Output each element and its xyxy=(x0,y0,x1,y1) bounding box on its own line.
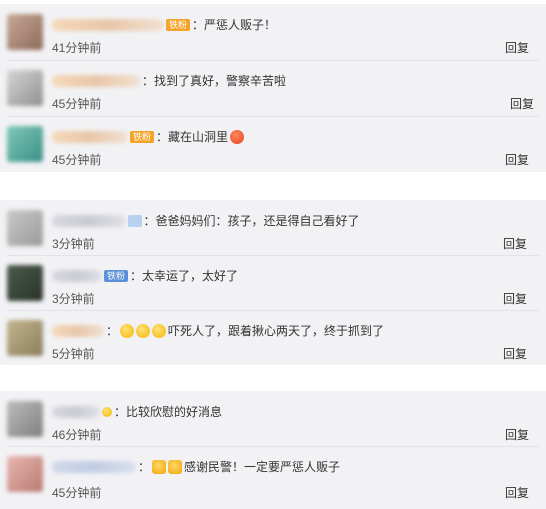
comment-text: ：严惩人贩子！ xyxy=(192,18,277,32)
fan-badge: 铁粉 xyxy=(104,269,129,282)
comment-row: ：爸爸妈妈们：孩子，还是得自己看好了 3分钟前 回复 xyxy=(0,200,546,255)
comment-text: ：爸爸妈妈们：孩子，还是得自己看好了 xyxy=(143,214,360,228)
username[interactable] xyxy=(52,460,136,473)
crying-emoji-icon xyxy=(152,323,167,338)
comment-group-1: 铁粉 ：严惩人贩子！ 41分钟前 回复 ：找到了真好，警察辛苦啦 45分钟前 回… xyxy=(0,4,546,172)
avatar[interactable] xyxy=(7,126,43,162)
thumbs-up-icon xyxy=(168,459,183,474)
timestamp: 45分钟前 xyxy=(52,97,102,111)
username[interactable] xyxy=(52,74,140,87)
comment-group-3: ：比较欣慰的好消息 46分钟前 回复 ： 感谢民警！一定要严惩人贩子 45分钟前… xyxy=(0,391,546,509)
avatar[interactable] xyxy=(7,70,43,106)
reply-button[interactable]: 回复 xyxy=(503,290,527,307)
avatar[interactable] xyxy=(7,456,43,492)
comment-row: 铁粉 ：严惩人贩子！ 41分钟前 回复 xyxy=(0,4,546,60)
username[interactable] xyxy=(52,324,104,337)
fan-badge: 铁粉 xyxy=(166,18,191,31)
fan-badge: 铁粉 xyxy=(130,130,155,143)
reply-button[interactable]: 回复 xyxy=(505,151,529,168)
username[interactable] xyxy=(52,214,126,227)
comment-row: ：比较欣慰的好消息 46分钟前 回复 xyxy=(0,391,546,446)
timestamp: 3分钟前 xyxy=(52,237,95,251)
reply-button[interactable]: 回复 xyxy=(510,95,534,112)
comment-text: 吓死人了，跟着揪心两天了，终于抓到了 xyxy=(168,324,385,338)
comment-row: 铁粉 ：藏在山洞里 45分钟前 回复 xyxy=(0,116,546,172)
reply-button[interactable]: 回复 xyxy=(503,235,527,252)
username[interactable] xyxy=(52,269,102,282)
comment-row: 铁粉 ：太幸运了，太好了 3分钟前 回复 xyxy=(0,255,546,310)
timestamp: 45分钟前 xyxy=(52,153,102,167)
timestamp: 3分钟前 xyxy=(52,292,95,306)
avatar[interactable] xyxy=(7,265,43,301)
reply-button[interactable]: 回复 xyxy=(505,484,529,501)
comment-text: 感谢民警！一定要严惩人贩子 xyxy=(184,460,341,474)
crying-emoji-icon xyxy=(120,323,135,338)
reply-button[interactable]: 回复 xyxy=(503,345,527,362)
crying-emoji-icon xyxy=(136,323,151,338)
avatar[interactable] xyxy=(7,401,43,437)
username[interactable] xyxy=(52,405,100,418)
timestamp: 5分钟前 xyxy=(52,347,95,361)
comment-text: ：比较欣慰的好消息 xyxy=(114,405,223,419)
timestamp: 45分钟前 xyxy=(52,486,102,500)
username[interactable] xyxy=(52,18,164,31)
timestamp: 41分钟前 xyxy=(52,41,102,55)
member-badge xyxy=(128,214,142,227)
comment-text: ：找到了真好，警察辛苦啦 xyxy=(142,74,287,88)
smile-emoji-icon xyxy=(102,406,112,417)
reply-button[interactable]: 回复 xyxy=(505,39,529,56)
timestamp: 46分钟前 xyxy=(52,428,102,442)
comment-text: ：太幸运了，太好了 xyxy=(130,269,239,283)
angry-emoji-icon xyxy=(230,129,245,144)
reply-button[interactable]: 回复 xyxy=(505,426,529,443)
avatar[interactable] xyxy=(7,14,43,50)
thumbs-up-icon xyxy=(152,459,167,474)
comment-row: ： 感谢民警！一定要严惩人贩子 45分钟前 回复 xyxy=(0,446,546,509)
comment-text: ：藏在山洞里 xyxy=(156,130,229,144)
comment-row: ：找到了真好，警察辛苦啦 45分钟前 回复 xyxy=(0,60,546,116)
username[interactable] xyxy=(52,130,128,143)
avatar[interactable] xyxy=(7,320,43,356)
comment-group-2: ：爸爸妈妈们：孩子，还是得自己看好了 3分钟前 回复 铁粉 ：太幸运了，太好了 … xyxy=(0,200,546,365)
avatar[interactable] xyxy=(7,210,43,246)
comment-row: ： 吓死人了，跟着揪心两天了，终于抓到了 5分钟前 回复 xyxy=(0,310,546,365)
